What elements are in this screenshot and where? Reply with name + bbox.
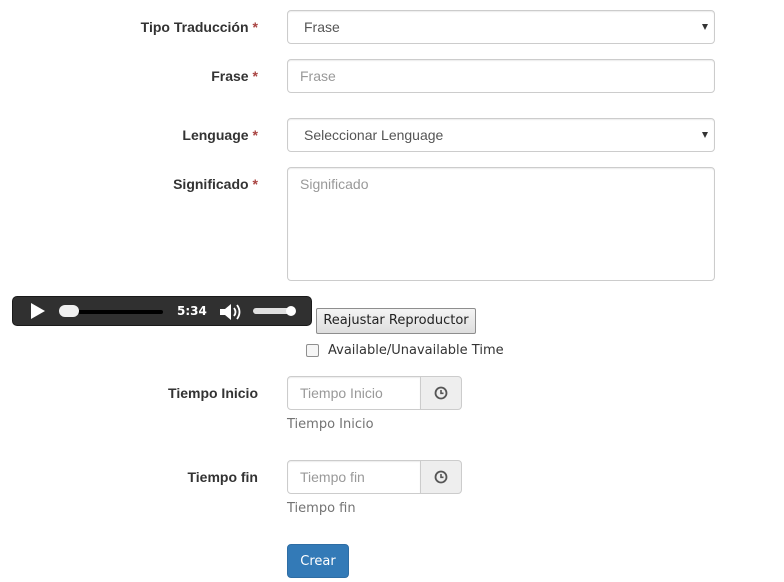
- crear-button[interactable]: Crear: [287, 544, 349, 578]
- time-display: 5:34: [177, 304, 207, 318]
- audio-player[interactable]: 5:34: [12, 296, 312, 326]
- tiempo-inicio-help: Tiempo Inicio: [287, 417, 374, 432]
- tiempo-fin-label: Tiempo fin: [187, 469, 258, 485]
- lenguage-label: Lenguage *: [182, 125, 258, 145]
- tiempo-fin-help: Tiempo fin: [287, 501, 356, 516]
- tiempo-fin-input[interactable]: [287, 460, 421, 494]
- tiempo-inicio-clock-button[interactable]: [420, 376, 462, 410]
- significado-textarea[interactable]: [287, 167, 715, 281]
- significado-label-text: Significado: [173, 176, 249, 192]
- required-asterisk: *: [252, 19, 258, 35]
- clock-icon: [434, 386, 448, 400]
- tiempo-fin-clock-button[interactable]: [420, 460, 462, 494]
- frase-input[interactable]: [287, 59, 715, 93]
- lenguage-select[interactable]: Seleccionar Lenguage: [287, 118, 715, 152]
- required-asterisk: *: [252, 68, 258, 84]
- progress-thumb[interactable]: [59, 305, 79, 317]
- play-icon[interactable]: [31, 303, 45, 319]
- availability-checkbox-label[interactable]: Available/Unavailable Time: [328, 343, 504, 358]
- dropdown-caret-icon: [702, 132, 708, 138]
- frase-label-text: Frase: [211, 68, 249, 84]
- tiempo-inicio-label: Tiempo Inicio: [168, 385, 258, 401]
- clock-icon: [434, 470, 448, 484]
- lenguage-selected: Seleccionar Lenguage: [304, 127, 444, 143]
- required-asterisk: *: [252, 176, 258, 192]
- dropdown-caret-icon: [702, 24, 708, 30]
- tipo-traduccion-selected: Frase: [304, 19, 340, 35]
- availability-checkbox[interactable]: [306, 344, 319, 357]
- tipo-traduccion-label-text: Tipo Traducción: [140, 19, 249, 35]
- frase-label: Frase *: [211, 66, 258, 86]
- tipo-traduccion-label: Tipo Traducción *: [141, 17, 258, 37]
- significado-label: Significado *: [173, 174, 258, 194]
- tiempo-inicio-input[interactable]: [287, 376, 421, 410]
- lenguage-label-text: Lenguage: [182, 127, 249, 143]
- availability-checkbox-row[interactable]: Available/Unavailable Time: [306, 343, 504, 358]
- tipo-traduccion-select[interactable]: Frase: [287, 10, 715, 44]
- volume-icon[interactable]: [219, 303, 243, 321]
- reset-player-button[interactable]: Reajustar Reproductor: [316, 308, 476, 334]
- required-asterisk: *: [252, 127, 258, 143]
- volume-thumb[interactable]: [286, 306, 296, 316]
